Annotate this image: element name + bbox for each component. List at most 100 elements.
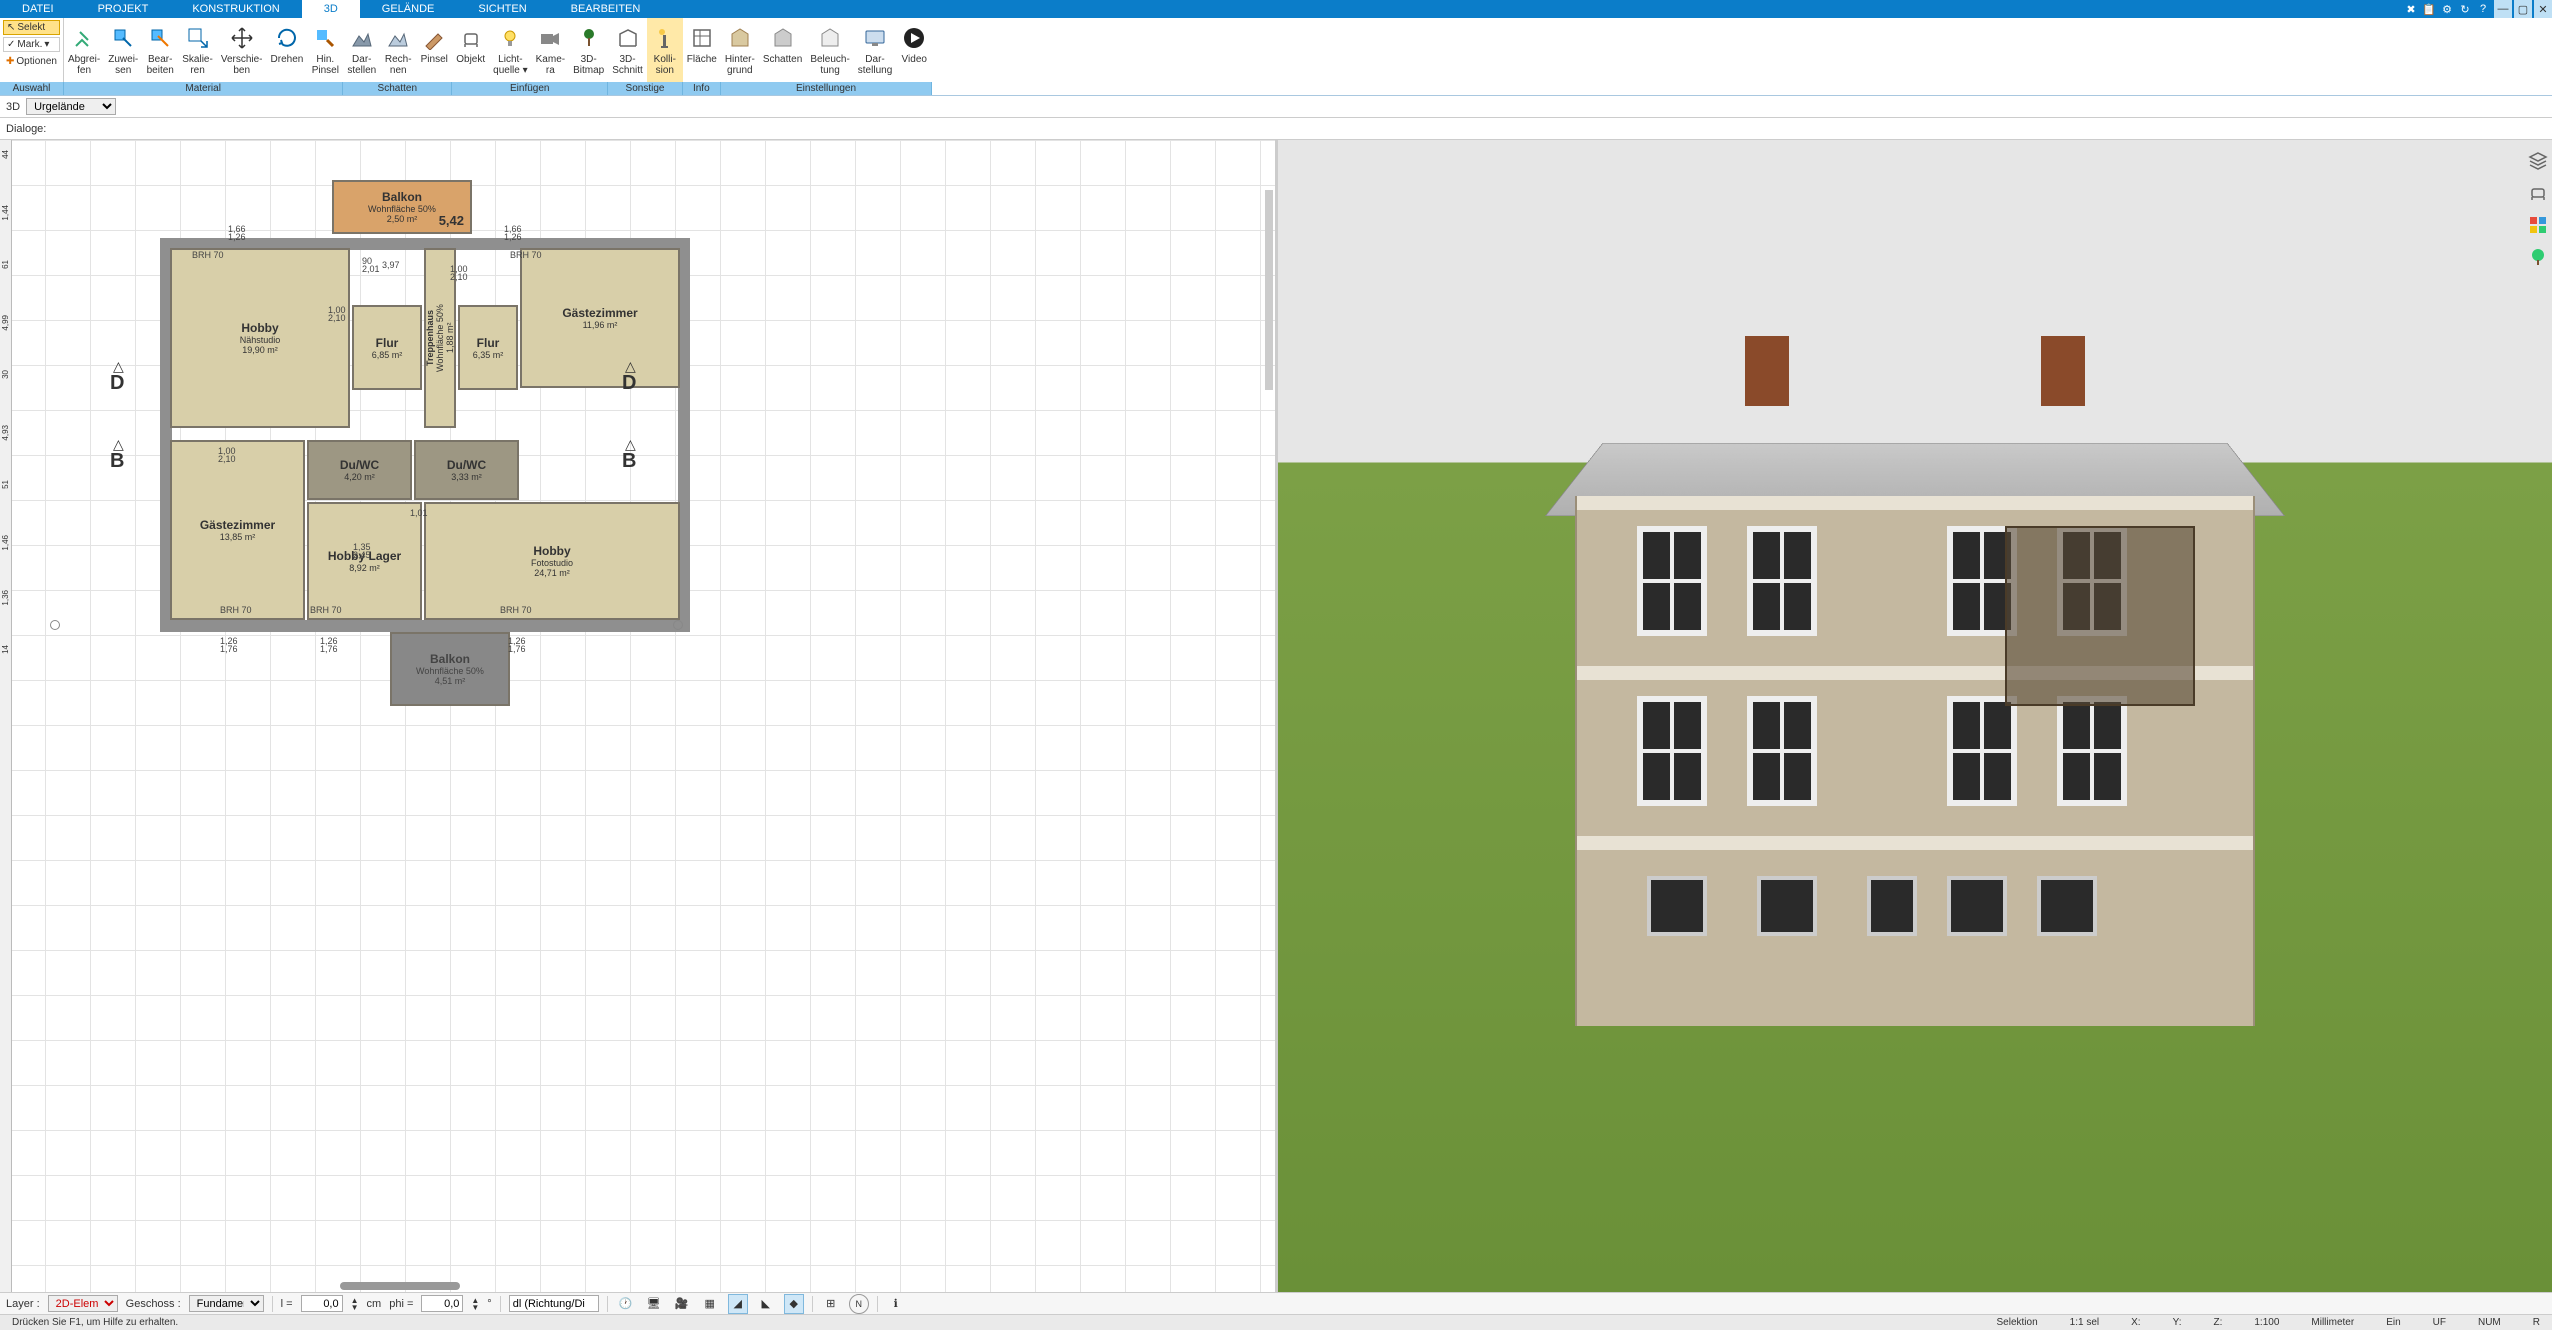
dimension-label: 2,10 [328, 313, 346, 323]
menu-sichten[interactable]: SICHTEN [456, 0, 548, 18]
menu-gelaende[interactable]: GELÄNDE [360, 0, 457, 18]
drehen-button[interactable]: Drehen [267, 18, 308, 82]
room-subtitle: Wohnfläche 50% [368, 204, 436, 214]
view-mode-2-icon[interactable]: ◣ [756, 1294, 776, 1314]
room-balkon1[interactable]: BalkonWohnfläche 50%2,50 m²5,42 [332, 180, 472, 234]
clock-icon[interactable]: 🕐 [616, 1294, 636, 1314]
layers-icon[interactable]: ▦ [700, 1294, 720, 1314]
3d-viewport[interactable] [1278, 140, 2552, 1292]
l-input[interactable] [301, 1295, 343, 1312]
abgreifen-button[interactable]: Abgrei- fen [64, 18, 104, 82]
room-name: Flur [376, 336, 399, 350]
beleuchtung-button[interactable]: Beleuch- tung [806, 18, 853, 82]
verschieben-button[interactable]: Verschie- ben [217, 18, 267, 82]
layer-combo[interactable]: 2D-Elemen [48, 1295, 118, 1312]
furniture-icon[interactable] [2527, 182, 2549, 204]
refresh-icon[interactable]: ↻ [2456, 0, 2474, 18]
objekt-button[interactable]: Objekt [452, 18, 489, 82]
room-balkon2[interactable]: BalkonWohnfläche 50%4,51 m² [390, 632, 510, 706]
kamera-button[interactable]: Kame- ra [532, 18, 569, 82]
button-label: Fläche [687, 54, 717, 65]
3d-view-pane[interactable] [1278, 140, 2552, 1292]
phi-input[interactable] [421, 1295, 463, 1312]
palette-icon[interactable] [2527, 214, 2549, 236]
video-button[interactable]: Video [896, 18, 932, 82]
button-label: Objekt [456, 54, 485, 65]
axis-d-right: D [622, 372, 636, 395]
status-num: NUM [2472, 1317, 2507, 1328]
floorplan-pane[interactable]: 441,44614,99304,93511,461,3614 BalkonWoh… [0, 140, 1278, 1292]
monitor-icon[interactable]: 🖥 [644, 1294, 664, 1314]
pinsel-button[interactable]: Pinsel [416, 18, 452, 82]
geschoss-combo[interactable]: Fundament [189, 1295, 264, 1312]
status-x: X: [2125, 1317, 2146, 1328]
zuweisen-button[interactable]: Zuwei- sen [104, 18, 142, 82]
phi-label: phi = [389, 1298, 413, 1310]
menu-3d[interactable]: 3D [302, 0, 360, 18]
hintergrund-button[interactable]: Hinter- grund [721, 18, 759, 82]
north-icon[interactable]: N [849, 1294, 869, 1314]
room-hobby2[interactable]: HobbyFotostudio24,71 m² [424, 502, 680, 620]
tree-icon[interactable] [2527, 246, 2549, 268]
room-hobby1[interactable]: HobbyNähstudio19,90 m² [170, 248, 350, 428]
bearbeiten-button[interactable]: Bear- beiten [142, 18, 178, 82]
room-flur1[interactable]: Flur6,85 m² [352, 305, 422, 390]
ruler-tick: 4,93 [1, 425, 10, 441]
darstellen-button[interactable]: Dar- stellen [343, 18, 380, 82]
v-scrollbar[interactable] [1265, 190, 1273, 390]
room-subtitle: Fotostudio [531, 558, 573, 568]
bitmap3d-button[interactable]: 3D- Bitmap [569, 18, 608, 82]
room-duwc1[interactable]: Du/WC4,20 m² [307, 440, 412, 500]
room-flur2[interactable]: Flur6,35 m² [458, 305, 518, 390]
tool-icon[interactable]: ✖ [2402, 0, 2420, 18]
room-gaeste1[interactable]: Gästezimmer11,96 m² [520, 248, 680, 388]
skalieren-button[interactable]: Skalie- ren [178, 18, 217, 82]
menu-konstruktion[interactable]: KONSTRUKTION [170, 0, 301, 18]
info-icon[interactable]: ℹ [886, 1294, 906, 1314]
marker-circle [673, 620, 683, 630]
menu-projekt[interactable]: PROJEKT [76, 0, 171, 18]
flaeche-button[interactable]: Fläche [683, 18, 721, 82]
button-label: Pinsel [421, 54, 448, 65]
dimension-label: BRH 70 [220, 605, 252, 615]
window [1747, 696, 1817, 806]
schnitt3d-button[interactable]: 3D- Schnitt [608, 18, 647, 82]
view-mode-3-icon[interactable]: ◆ [784, 1294, 804, 1314]
axis-d-left: D [110, 372, 124, 395]
kollision-button[interactable]: Kolli- sion [647, 18, 683, 82]
room-duwc2[interactable]: Du/WC3,33 m² [414, 440, 519, 500]
selekt-button[interactable]: ↖ Selekt [3, 20, 60, 35]
maximize-button[interactable]: ▢ [2514, 0, 2532, 18]
room-area: 4,20 m² [344, 472, 375, 482]
close-button[interactable]: ✕ [2534, 0, 2552, 18]
room-subtitle: Wohnfläche 50% [435, 304, 445, 372]
rechnen-button[interactable]: Rech- nen [380, 18, 416, 82]
menu-bearbeiten[interactable]: BEARBEITEN [549, 0, 663, 18]
help-icon[interactable]: ? [2474, 0, 2492, 18]
dimension-label: 1,26 [228, 232, 246, 242]
mark-button[interactable]: ✓ Mark.▾ [3, 37, 60, 52]
darstellung-button[interactable]: Dar- stellung [854, 18, 896, 82]
dimension-label: BRH 70 [500, 605, 532, 615]
view-mode-1-icon[interactable]: ◢ [728, 1294, 748, 1314]
grid-icon[interactable]: ⊞ [821, 1294, 841, 1314]
ruler-tick: 1,36 [1, 590, 10, 606]
hinpinsel-button[interactable]: Hin. Pinsel [307, 18, 343, 82]
settings-icon[interactable]: ⚙ [2438, 0, 2456, 18]
dl-input[interactable] [509, 1295, 599, 1312]
optionen-button[interactable]: ✚ Optionen [3, 54, 60, 69]
minimize-button[interactable]: — [2494, 0, 2512, 18]
clipboard-icon[interactable]: 📋 [2420, 0, 2438, 18]
layers-icon[interactable] [2527, 150, 2549, 172]
menu-datei[interactable]: DATEI [0, 0, 76, 18]
schatten2-button[interactable]: Schatten [759, 18, 806, 82]
room-hobbylager[interactable]: Hobby Lager8,92 m² [307, 502, 422, 620]
layer-select[interactable]: Urgelände [26, 98, 116, 115]
camera-icon[interactable]: 🎥 [672, 1294, 692, 1314]
room-gaeste2[interactable]: Gästezimmer13,85 m² [170, 440, 305, 620]
h-scrollbar[interactable] [340, 1282, 460, 1290]
lichtquelle-button[interactable]: Licht- quelle ▾ [489, 18, 532, 82]
button-label: Bear- beiten [147, 54, 174, 76]
geschoss-label: Geschoss : [126, 1298, 181, 1310]
button-label: Dar- stellen [347, 54, 376, 76]
